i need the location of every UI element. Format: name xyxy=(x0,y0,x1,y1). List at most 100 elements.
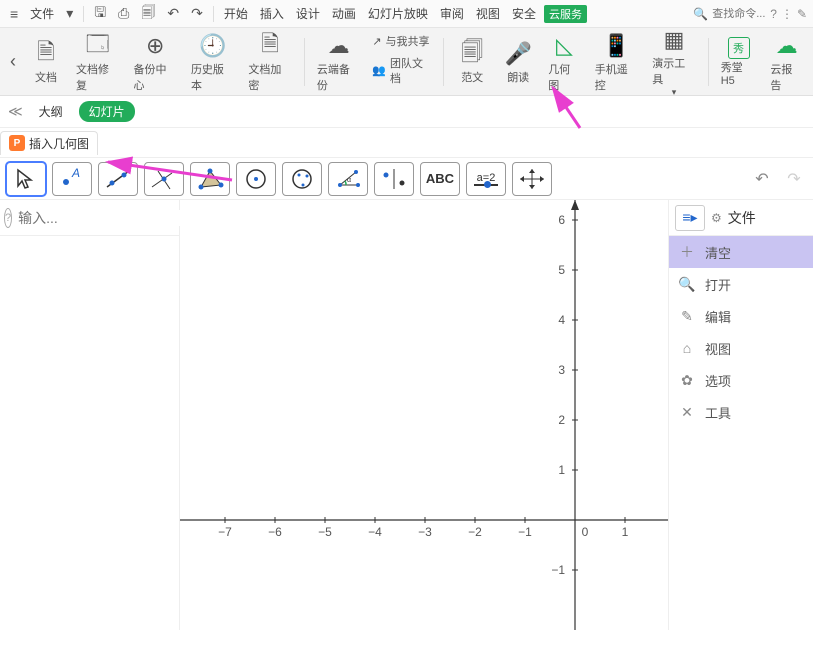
help-icon[interactable]: ? xyxy=(4,208,12,228)
tab-anim[interactable]: 动画 xyxy=(328,3,360,24)
ribbon-share[interactable]: ↗与我共享 xyxy=(368,33,437,52)
svg-text:−1: −1 xyxy=(518,525,532,539)
tool-line[interactable] xyxy=(98,162,138,196)
tool-point[interactable]: A xyxy=(52,162,92,196)
history-icon: 🕘 xyxy=(199,31,226,61)
phone-icon: 📱 xyxy=(603,31,630,61)
prev-chevron-icon[interactable]: ‹ xyxy=(4,51,22,72)
svg-text:α: α xyxy=(347,177,351,184)
tab-review[interactable]: 审阅 xyxy=(436,3,468,24)
search-input[interactable] xyxy=(712,8,766,20)
ribbon-report[interactable]: ☁云报告 xyxy=(764,29,809,95)
ribbon-backup[interactable]: ⊕备份中心 xyxy=(127,29,182,95)
print-icon[interactable]: ⎙ xyxy=(114,3,133,24)
cloud-icon: ☁ xyxy=(328,31,350,61)
svg-text:0: 0 xyxy=(582,525,589,539)
team-icon: 👥 xyxy=(372,64,386,79)
menu-options[interactable]: ✿选项 xyxy=(669,364,813,396)
tool-conic[interactable] xyxy=(282,162,322,196)
svg-text:−6: −6 xyxy=(268,525,282,539)
separator xyxy=(213,6,214,22)
wrench-icon: ✕ xyxy=(679,404,695,421)
share-icon: ↗ xyxy=(372,35,381,50)
presentation-icon: P xyxy=(9,135,25,151)
svg-text:1: 1 xyxy=(558,463,565,477)
menu-open[interactable]: 🔍打开 xyxy=(669,268,813,300)
tool-perpendicular[interactable] xyxy=(144,162,184,196)
menu-tools[interactable]: ✕工具 xyxy=(669,396,813,428)
tool-reflect[interactable] xyxy=(374,162,414,196)
view-toggle-button[interactable]: ≡▸ xyxy=(675,205,705,231)
ribbon-template[interactable]: 🗐范文 xyxy=(450,37,494,87)
gear-icon: ⚙ xyxy=(711,211,722,225)
settings-title: 文件 xyxy=(728,208,756,228)
dropdown-icon[interactable]: ▾ xyxy=(62,3,77,24)
geometry-tab[interactable]: P 插入几何图 xyxy=(0,131,98,155)
svg-text:6: 6 xyxy=(558,213,565,227)
tool-angle[interactable]: α xyxy=(328,162,368,196)
tool-text[interactable]: ABC xyxy=(420,162,460,196)
ribbon-encrypt[interactable]: 🗎文档加密 xyxy=(242,29,297,95)
graph-canvas[interactable]: −7−6−5−4−3−2−101−1123456 xyxy=(180,200,668,630)
ribbon-cloud[interactable]: ☁云端备份 xyxy=(311,29,366,95)
menu-icon[interactable]: ≡ xyxy=(6,4,22,24)
tab-slideshow[interactable]: 幻灯片放映 xyxy=(364,3,432,24)
pencil-icon: ✎ xyxy=(679,308,695,325)
undo-icon[interactable]: ↶ xyxy=(163,3,183,24)
tool-move[interactable] xyxy=(512,162,552,196)
slide-tab[interactable]: 幻灯片 xyxy=(79,101,135,122)
search-box[interactable]: 🔍 ? ⋮ ✎ xyxy=(693,7,807,21)
tool-polygon[interactable] xyxy=(190,162,230,196)
file-menu[interactable]: 文件 xyxy=(26,3,58,24)
separator xyxy=(443,38,444,86)
tool-select[interactable] xyxy=(6,162,46,196)
separator xyxy=(83,6,84,22)
ribbon-team[interactable]: 👥团队文档 xyxy=(368,55,437,90)
menu-edit[interactable]: ✎编辑 xyxy=(669,300,813,332)
ribbon-present[interactable]: ▦演示工具▾ xyxy=(646,23,701,100)
tab-view[interactable]: 视图 xyxy=(472,3,504,24)
cloud-service-tab[interactable]: 云服务 xyxy=(544,5,587,23)
redo-icon[interactable]: ↷ xyxy=(187,3,207,24)
ribbon-geometry[interactable]: ◺几何图 xyxy=(542,29,587,95)
svg-text:5: 5 xyxy=(558,263,565,277)
workspace: ? ΞN −7−6−5−4−3−2−101−1123456 ≡▸ ⚙ 文件 ＋清… xyxy=(0,200,813,630)
menu-clear[interactable]: ＋清空 xyxy=(669,236,813,268)
settings-header: ≡▸ ⚙ 文件 xyxy=(669,200,813,236)
subnav: ≪ 大纲 幻灯片 xyxy=(0,96,813,128)
tab-security[interactable]: 安全 xyxy=(508,3,540,24)
h5-icon: 秀 xyxy=(728,37,750,59)
geometry-toolbar: A α ABC a=2 ↶ ↷ xyxy=(0,158,813,200)
search-icon: 🔍 xyxy=(693,7,708,21)
ribbon-read[interactable]: 🎤朗读 xyxy=(496,37,540,87)
ribbon-remote[interactable]: 📱手机遥控 xyxy=(589,29,644,95)
algebra-input[interactable] xyxy=(18,210,199,226)
preview-icon[interactable]: 🗐 xyxy=(137,0,159,28)
home-icon: ⌂ xyxy=(679,340,695,356)
save-icon[interactable]: 🖫 xyxy=(90,0,110,28)
input-row: ? ΞN xyxy=(0,200,179,236)
ribbon-history[interactable]: 🕘历史版本 xyxy=(185,29,240,95)
collapse-icon[interactable]: ≪ xyxy=(8,103,23,120)
ribbon-doc[interactable]: 🗎文档 xyxy=(24,37,68,87)
search-icon: 🔍 xyxy=(679,276,695,293)
ribbon: ‹ 🗎文档 🗔文档修复 ⊕备份中心 🕘历史版本 🗎文档加密 ☁云端备份 ↗与我共… xyxy=(0,28,813,96)
ribbon-h5[interactable]: 秀秀堂H5 xyxy=(715,35,763,89)
outline-tab[interactable]: 大纲 xyxy=(39,103,63,120)
more-icon[interactable]: ⋮ xyxy=(781,7,793,21)
tool-slider[interactable]: a=2 xyxy=(466,162,506,196)
settings-menu: ＋清空 🔍打开 ✎编辑 ⌂视图 ✿选项 ✕工具 xyxy=(669,236,813,428)
svg-text:2: 2 xyxy=(558,413,565,427)
ribbon-repair[interactable]: 🗔文档修复 xyxy=(70,29,125,95)
edit-icon[interactable]: ✎ xyxy=(797,7,807,21)
redo-button[interactable]: ↷ xyxy=(781,166,807,192)
help-icon[interactable]: ? xyxy=(770,7,777,21)
menu-view[interactable]: ⌂视图 xyxy=(669,332,813,364)
tool-circle[interactable] xyxy=(236,162,276,196)
tab-insert[interactable]: 插入 xyxy=(256,3,288,24)
backup-icon: ⊕ xyxy=(146,31,164,61)
svg-text:−5: −5 xyxy=(318,525,332,539)
undo-button[interactable]: ↶ xyxy=(749,166,775,192)
tab-start[interactable]: 开始 xyxy=(220,3,252,24)
tab-design[interactable]: 设计 xyxy=(292,3,324,24)
